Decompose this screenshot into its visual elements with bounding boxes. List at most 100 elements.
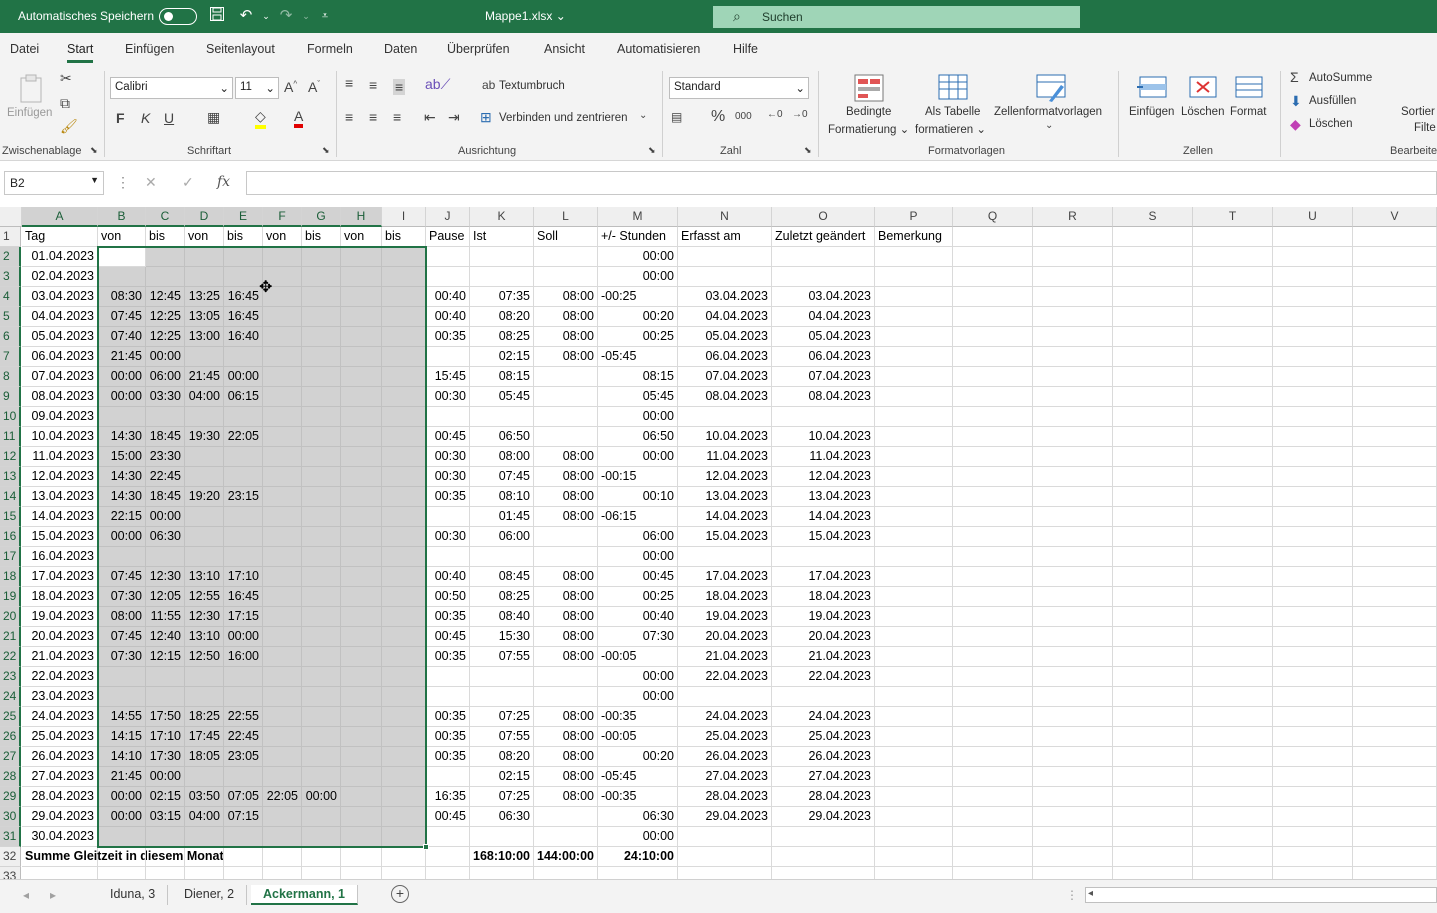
spreadsheet-grid[interactable]: A B C D E F G H I J K L M N O P Q R S T U V 1 Tag von bis von bis vo… (0, 207, 1437, 879)
grid-cell[interactable]: 08:00 (98, 607, 146, 627)
grid-cell[interactable] (953, 467, 1033, 487)
grid-cell[interactable] (1193, 587, 1273, 607)
grid-cell[interactable] (875, 307, 953, 327)
grid-cell[interactable]: 00:00 (598, 447, 678, 467)
grid-cell[interactable] (1113, 347, 1193, 367)
grid-cell[interactable]: 14:10 (98, 747, 146, 767)
grid-cell[interactable] (534, 407, 598, 427)
grid-cell[interactable] (772, 247, 875, 267)
grid-cell[interactable]: 17.04.2023 (772, 567, 875, 587)
grid-cell[interactable] (1193, 447, 1273, 467)
grid-cell[interactable]: 00:10 (598, 487, 678, 507)
grid-cell[interactable]: von (98, 227, 146, 247)
grid-cell[interactable]: 08:25 (470, 327, 534, 347)
grid-cell[interactable] (341, 247, 382, 267)
grid-cell[interactable] (1033, 567, 1113, 587)
grid-cell[interactable] (1193, 427, 1273, 447)
grid-cell[interactable] (953, 547, 1033, 567)
grid-cell[interactable]: -05:45 (598, 767, 678, 787)
row-header[interactable]: 31 (0, 827, 21, 847)
grid-cell[interactable] (1353, 827, 1437, 847)
grid-cell[interactable] (382, 727, 426, 747)
grid-cell[interactable] (534, 547, 598, 567)
grid-cell[interactable] (382, 847, 426, 867)
column-header-m[interactable]: M (598, 207, 678, 227)
prev-sheet-icon[interactable]: ◂ (23, 888, 29, 902)
grid-cell[interactable] (426, 687, 470, 707)
grid-cell[interactable] (263, 367, 302, 387)
grid-cell[interactable]: 23:30 (146, 447, 185, 467)
grid-cell[interactable] (302, 287, 341, 307)
grid-cell[interactable] (875, 247, 953, 267)
grid-cell[interactable]: Erfasst am (678, 227, 772, 247)
grid-cell[interactable] (263, 527, 302, 547)
grid-cell[interactable] (1353, 247, 1437, 267)
grid-cell[interactable]: 16:40 (224, 327, 263, 347)
grid-cell[interactable]: 03.04.2023 (22, 287, 98, 307)
grid-cell[interactable]: 12:50 (185, 647, 224, 667)
grid-cell[interactable] (470, 687, 534, 707)
grid-cell[interactable]: 18:05 (185, 747, 224, 767)
grid-cell[interactable] (426, 347, 470, 367)
grid-cell[interactable] (875, 287, 953, 307)
column-header-j[interactable]: J (426, 207, 470, 227)
grid-cell[interactable] (146, 407, 185, 427)
grid-cell[interactable] (1273, 367, 1353, 387)
grid-cell[interactable] (470, 407, 534, 427)
grid-cell[interactable]: 00:40 (426, 567, 470, 587)
grid-cell[interactable] (341, 447, 382, 467)
grid-cell[interactable] (1033, 807, 1113, 827)
grid-cell[interactable] (185, 267, 224, 287)
grid-cell[interactable]: 06:00 (146, 367, 185, 387)
row-header[interactable]: 26 (0, 727, 21, 747)
grid-cell[interactable] (1033, 407, 1113, 427)
chevron-down-icon[interactable]: ⌄ (639, 110, 647, 121)
grid-cell[interactable] (185, 507, 224, 527)
grid-cell[interactable] (875, 647, 953, 667)
grid-cell[interactable]: 23:15 (224, 487, 263, 507)
row-header[interactable]: 3 (0, 267, 21, 287)
grid-cell[interactable] (426, 847, 470, 867)
grid-cell[interactable] (1113, 307, 1193, 327)
grid-cell[interactable]: 01:45 (470, 507, 534, 527)
grid-cell[interactable] (98, 247, 146, 267)
grid-cell[interactable]: 15:00 (98, 447, 146, 467)
grid-cell[interactable] (263, 547, 302, 567)
grid-cell[interactable]: 10.04.2023 (22, 427, 98, 447)
grid-cell[interactable] (341, 667, 382, 687)
grid-cell[interactable]: 07:45 (98, 307, 146, 327)
grid-cell[interactable]: 28.04.2023 (772, 787, 875, 807)
column-header-d[interactable]: D (185, 207, 224, 227)
grid-cell[interactable] (1353, 527, 1437, 547)
grid-cell[interactable] (1033, 607, 1113, 627)
grid-cell[interactable]: 07:05 (224, 787, 263, 807)
grid-cell[interactable]: 08:00 (534, 647, 598, 667)
grid-cell[interactable]: 08:20 (470, 747, 534, 767)
row-header[interactable]: 23 (0, 667, 21, 687)
dialog-launcher-icon[interactable]: ⬊ (90, 145, 98, 156)
grid-cell[interactable]: 10.04.2023 (678, 427, 772, 447)
grid-cell[interactable] (185, 667, 224, 687)
grid-cell[interactable] (1033, 527, 1113, 547)
grid-cell[interactable] (1193, 787, 1273, 807)
grid-cell[interactable] (875, 667, 953, 687)
grid-cell[interactable] (302, 847, 341, 867)
grid-cell[interactable] (1273, 767, 1353, 787)
grid-cell[interactable]: -00:15 (598, 467, 678, 487)
grid-cell[interactable] (1273, 747, 1353, 767)
grid-cell[interactable]: 17:10 (146, 727, 185, 747)
grid-cell[interactable] (263, 447, 302, 467)
grid-cell[interactable]: 00:00 (98, 807, 146, 827)
grid-cell[interactable] (341, 507, 382, 527)
grid-cell[interactable] (1353, 807, 1437, 827)
grid-cell[interactable]: 03:15 (146, 807, 185, 827)
row-header[interactable]: 12 (0, 447, 21, 467)
grid-cell[interactable]: 00:25 (598, 587, 678, 607)
grid-cell[interactable] (224, 767, 263, 787)
grid-cell[interactable] (1193, 407, 1273, 427)
grid-cell[interactable] (1113, 507, 1193, 527)
conditional-formatting-icon[interactable] (853, 73, 885, 103)
grid-cell[interactable] (302, 547, 341, 567)
grid-cell[interactable] (382, 427, 426, 447)
grid-cell[interactable] (98, 687, 146, 707)
